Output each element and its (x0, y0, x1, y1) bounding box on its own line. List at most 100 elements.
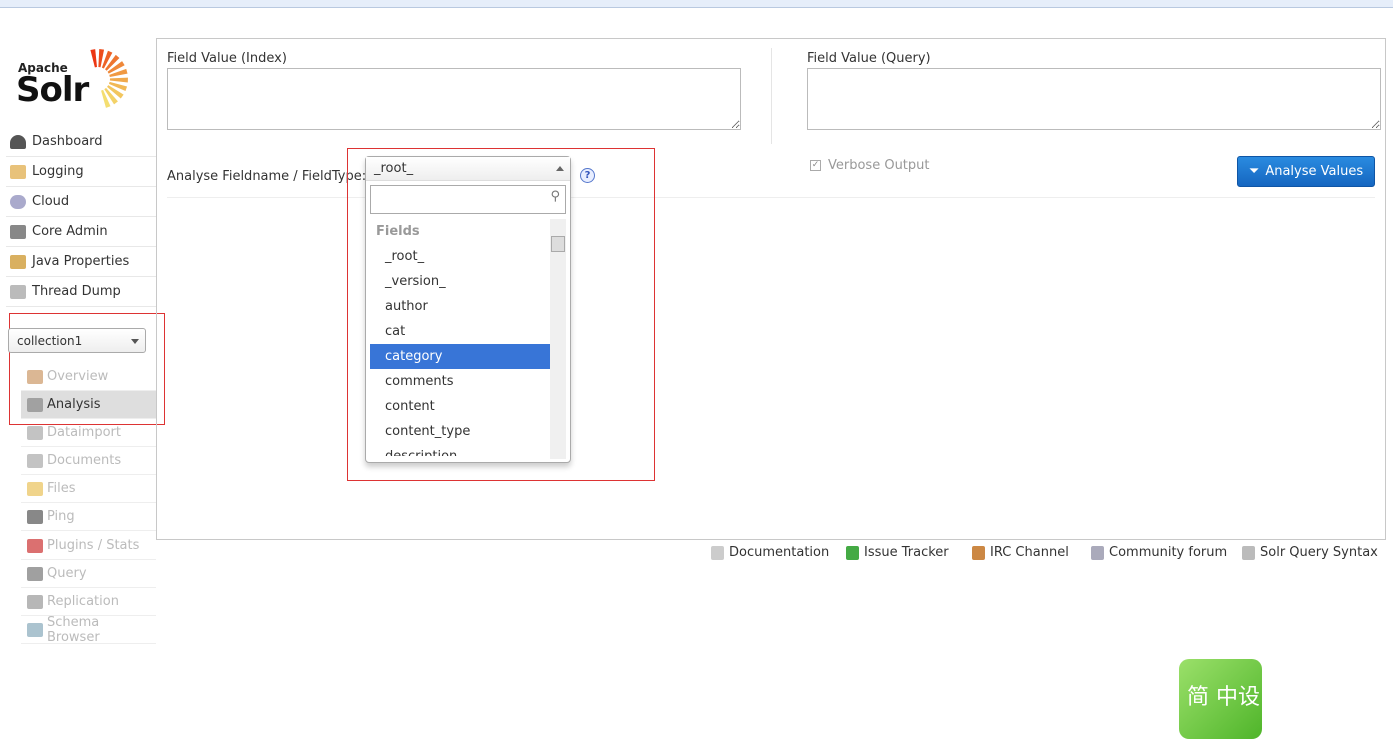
dropdown-scrollbar[interactable] (550, 219, 566, 459)
core-menu-label: Files (47, 481, 76, 496)
syntax-icon (1242, 545, 1255, 560)
footer-link-irc-channel[interactable]: IRC Channel (972, 545, 1069, 560)
core-menu-query[interactable]: Query (21, 560, 156, 588)
mail-icon (1091, 545, 1104, 560)
core-menu-label: Documents (47, 453, 122, 468)
logging-icon (10, 164, 26, 179)
solr-logo[interactable]: Apache Solr (16, 46, 140, 110)
core-menu-label: Replication (47, 594, 119, 609)
nav-logging[interactable]: Logging (6, 157, 156, 187)
nav-cloud[interactable]: Cloud (6, 187, 156, 217)
footer-label: Solr Query Syntax (1260, 545, 1378, 560)
core-menu-overview[interactable]: Overview (21, 363, 156, 391)
chevron-up-icon (556, 166, 564, 171)
option-category[interactable]: category (370, 344, 550, 369)
footer-label: Community forum (1109, 545, 1228, 560)
scroll-thumb[interactable] (551, 236, 565, 252)
fieldtype-label: Analyse Fieldname / FieldType: (167, 169, 367, 184)
core-menu-label: Plugins / Stats (47, 538, 140, 553)
core-selector[interactable]: collection1 (8, 328, 146, 353)
core-menu-schema-browser[interactable]: Schema Browser (21, 614, 156, 645)
sun-ray (90, 49, 97, 68)
nav-thread-dump[interactable]: Thread Dump (6, 277, 156, 307)
option-root[interactable]: _root_ (370, 244, 550, 269)
option-version[interactable]: _version_ (370, 269, 550, 294)
core-menu-label: Overview (47, 369, 109, 384)
thread-dump-icon (10, 284, 26, 299)
document-icon (711, 545, 724, 560)
sun-ray (109, 77, 128, 83)
nav-core-admin[interactable]: Core Admin (6, 217, 156, 247)
core-menu-replication[interactable]: Replication (21, 588, 156, 616)
fieldtype-search-input[interactable] (370, 185, 566, 214)
fieldtype-dropdown[interactable]: _root_ ⚲ Fields _root_ _version_ author cat… (365, 156, 571, 463)
footer-label: Documentation (729, 545, 830, 560)
query-value-input[interactable] (807, 68, 1381, 130)
footer-link-documentation[interactable]: Documentation (711, 545, 829, 560)
java-icon (10, 254, 26, 269)
core-menu-documents[interactable]: Documents (21, 447, 156, 475)
index-label: Field Value (Index) (167, 51, 287, 66)
index-value-input[interactable] (167, 68, 741, 130)
overview-icon (27, 369, 43, 384)
fieldtype-select[interactable]: _root_ (366, 157, 570, 181)
core-menu-label: Query (47, 566, 87, 581)
query-label: Field Value (Query) (807, 51, 931, 66)
floating-badge[interactable]: 简 中设 (1179, 659, 1262, 739)
core-menu-dataimport[interactable]: Dataimport (21, 419, 156, 447)
footer-link-solr-query-syntax[interactable]: Solr Query Syntax (1242, 545, 1378, 560)
nav-java-properties[interactable]: Java Properties (6, 247, 156, 277)
analyse-values-button[interactable]: ⏷ Analyse Values (1237, 156, 1375, 187)
footer-label: IRC Channel (990, 545, 1069, 560)
query-icon (27, 566, 43, 581)
selected-value: _root_ (374, 161, 414, 176)
people-icon (972, 545, 985, 560)
badge-text: 简 中设 (1187, 685, 1260, 710)
nav-dashboard[interactable]: Dashboard (6, 127, 156, 157)
core-menu-label: Schema Browser (46, 614, 100, 645)
filter-icon: ⏷ (1248, 164, 1260, 179)
footer-link-community-forum[interactable]: Community forum (1091, 545, 1227, 560)
core-menu-label: Analysis (47, 397, 101, 412)
option-contenttype[interactable]: content_type (370, 419, 550, 444)
core-menu-ping[interactable]: Ping (21, 503, 156, 531)
bug-icon (846, 545, 859, 560)
documents-icon (27, 453, 43, 468)
dashboard-icon (10, 134, 26, 149)
plugins-stats-icon (27, 538, 43, 553)
nav-label: Thread Dump (32, 284, 121, 299)
analyse-button-label: Analyse Values (1265, 164, 1364, 179)
option-comments[interactable]: comments (370, 369, 550, 394)
schema-browser-icon (27, 622, 43, 637)
option-group-fields: Fields (376, 224, 420, 239)
sun-icon (90, 49, 128, 108)
option-content[interactable]: content (370, 394, 550, 419)
files-icon (27, 481, 43, 496)
core-admin-icon (10, 224, 26, 239)
main-nav: Dashboard Logging Cloud Core Admin Java … (6, 127, 156, 307)
nav-label: Core Admin (32, 224, 108, 239)
fieldtype-options: Fields _root_ _version_ author cat category c… (370, 219, 550, 456)
core-menu-plugins-stats[interactable]: Plugins / Stats (21, 532, 156, 560)
analysis-icon (27, 397, 43, 412)
core-menu-label: Ping (47, 509, 75, 524)
nav-label: Logging (32, 164, 84, 179)
replication-icon (27, 594, 43, 609)
ping-icon (27, 509, 43, 524)
verbose-checkbox[interactable]: ✓ (810, 160, 821, 171)
divider (771, 48, 772, 144)
footer-link-issue-tracker[interactable]: Issue Tracker (846, 545, 949, 560)
core-menu-files[interactable]: Files (21, 475, 156, 503)
verbose-label: Verbose Output (828, 158, 930, 173)
cloud-icon (10, 194, 26, 209)
search-icon: ⚲ (550, 189, 560, 204)
option-cat[interactable]: cat (370, 319, 550, 344)
core-selector-value: collection1 (17, 334, 83, 348)
nav-label: Java Properties (32, 254, 130, 269)
core-menu-analysis[interactable]: Analysis (21, 391, 156, 419)
option-description[interactable]: description (370, 444, 550, 456)
nav-label: Dashboard (32, 134, 103, 149)
nav-label: Cloud (32, 194, 70, 209)
option-author[interactable]: author (370, 294, 550, 319)
browser-bookmarks-bar (0, 0, 1393, 8)
